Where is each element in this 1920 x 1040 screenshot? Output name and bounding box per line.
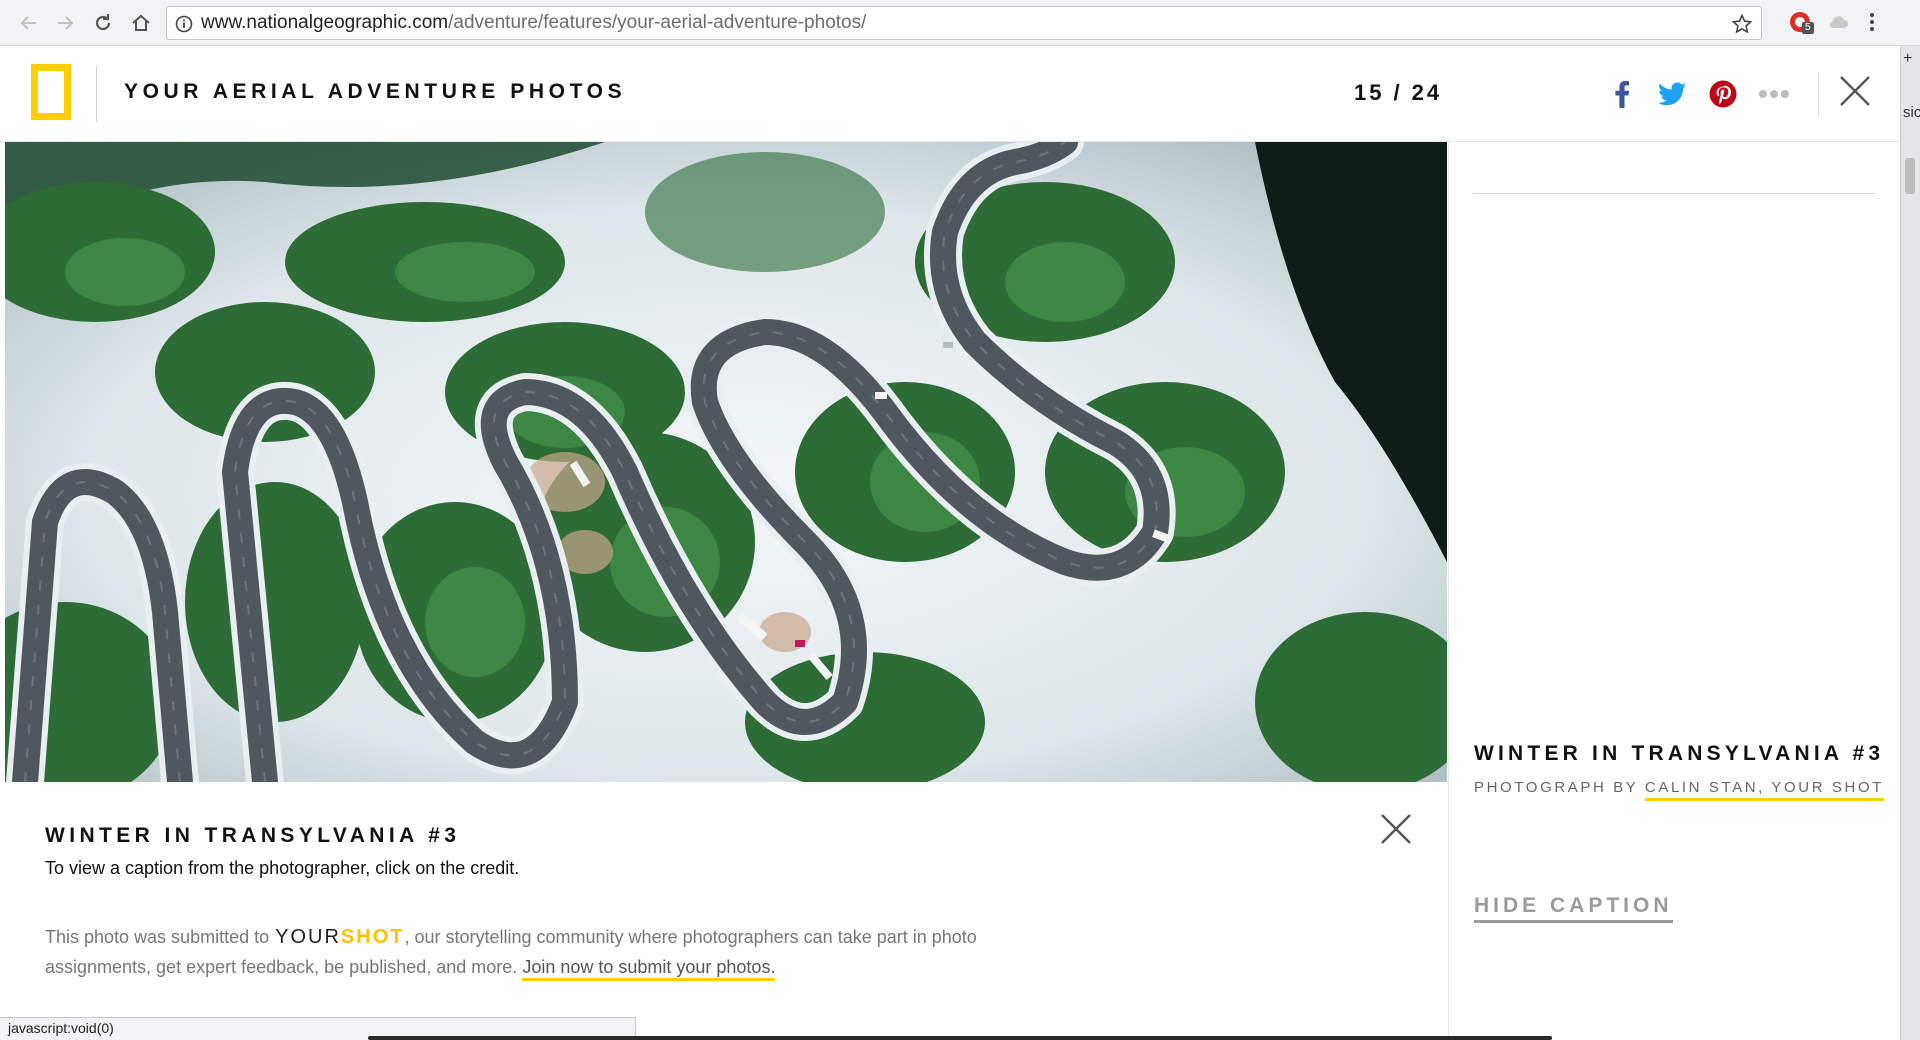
close-divider [1818, 72, 1819, 116]
counter-separator: / [1393, 80, 1403, 105]
facebook-icon [1615, 81, 1630, 108]
share-facebook-button[interactable] [1604, 76, 1640, 112]
counter-total: 24 [1411, 80, 1443, 105]
extension-badge: 5 [1802, 22, 1814, 34]
adjacent-window-text: sic [1903, 104, 1920, 121]
cloud-icon [1829, 16, 1848, 28]
close-gallery-button[interactable] [1838, 74, 1872, 113]
share-twitter-button[interactable] [1654, 76, 1690, 112]
reload-icon [95, 14, 111, 31]
close-caption-button[interactable] [1379, 812, 1413, 851]
adjacent-window-plus: + [1903, 50, 1913, 67]
national-geographic-logo[interactable] [31, 64, 71, 120]
home-button[interactable] [126, 8, 156, 38]
photo-info-panel: WINTER IN TRANSYLVANIA #3 PHOTOGRAPH BY … [1448, 142, 1900, 1040]
join-now-link[interactable]: Join now to submit your photos. [522, 957, 776, 981]
caption-title: WINTER IN TRANSYLVANIA #3 [45, 824, 461, 847]
yourshot-wordmark-shot[interactable]: SHOT [341, 926, 405, 948]
home-icon [132, 14, 150, 31]
caption-panel: WINTER IN TRANSYLVANIA #3 To view a capt… [5, 782, 1447, 1040]
side-panel-rule [1473, 193, 1875, 194]
submission-note: This photo was submitted to YOURSHOT, our… [45, 922, 1005, 982]
close-icon [1381, 814, 1411, 844]
browser-toolbar: www.nationalgeographic.com/adventure/fea… [0, 0, 1920, 46]
gallery-photo[interactable] [5, 142, 1447, 782]
url-host: www.nationalgeographic.com [201, 12, 449, 33]
address-bar[interactable]: www.nationalgeographic.com/adventure/fea… [166, 6, 1762, 40]
forward-button[interactable] [50, 8, 80, 38]
bottom-scroll-indicator [368, 1036, 1552, 1040]
caption-instruction: To view a caption from the photographer,… [45, 858, 520, 878]
gallery-header: YOUR AERIAL ADVENTURE PHOTOS 15 / 24 [0, 46, 1900, 142]
photo-credit: PHOTOGRAPH BY CALIN STAN, YOUR SHOT [1474, 779, 1884, 801]
extension-button[interactable]: 5 [1788, 10, 1814, 39]
url-text: www.nationalgeographic.com/adventure/fea… [201, 7, 866, 39]
adjacent-window-edge: + sic [1900, 46, 1920, 1040]
arrow-right-icon [58, 16, 74, 30]
counter-current: 15 [1354, 80, 1385, 105]
reload-button[interactable] [88, 8, 118, 38]
close-icon [1840, 76, 1870, 106]
star-icon[interactable] [1731, 13, 1753, 35]
arrow-left-icon [20, 16, 36, 30]
share-pinterest-button[interactable] [1705, 76, 1741, 112]
share-more-button[interactable] [1756, 76, 1792, 112]
submission-prefix: This photo was submitted to [45, 927, 270, 947]
credit-prefix: PHOTOGRAPH BY [1474, 779, 1639, 796]
kebab-menu-icon [1870, 13, 1874, 31]
back-button[interactable] [14, 8, 44, 38]
slide-counter: 15 / 24 [1354, 80, 1442, 106]
photographer-credit-link[interactable]: CALIN STAN, YOUR SHOT [1644, 779, 1884, 801]
adjacent-scrollbar[interactable] [1905, 158, 1915, 194]
more-icon [1759, 90, 1789, 98]
cloud-extension-button[interactable] [1826, 10, 1850, 39]
twitter-icon [1658, 82, 1686, 106]
photo-title: WINTER IN TRANSYLVANIA #3 [1474, 742, 1885, 765]
gallery-title: YOUR AERIAL ADVENTURE PHOTOS [124, 80, 627, 103]
yourshot-wordmark-your[interactable]: YOUR [275, 926, 341, 948]
pinterest-icon [1709, 80, 1737, 108]
browser-menu-button[interactable] [1866, 10, 1878, 39]
aerial-road-photo [5, 142, 1447, 782]
header-divider [96, 66, 97, 122]
hide-caption-button[interactable]: HIDE CAPTION [1474, 894, 1673, 923]
url-path: /adventure/features/your-aerial-adventur… [448, 12, 867, 33]
info-icon[interactable] [175, 15, 193, 33]
